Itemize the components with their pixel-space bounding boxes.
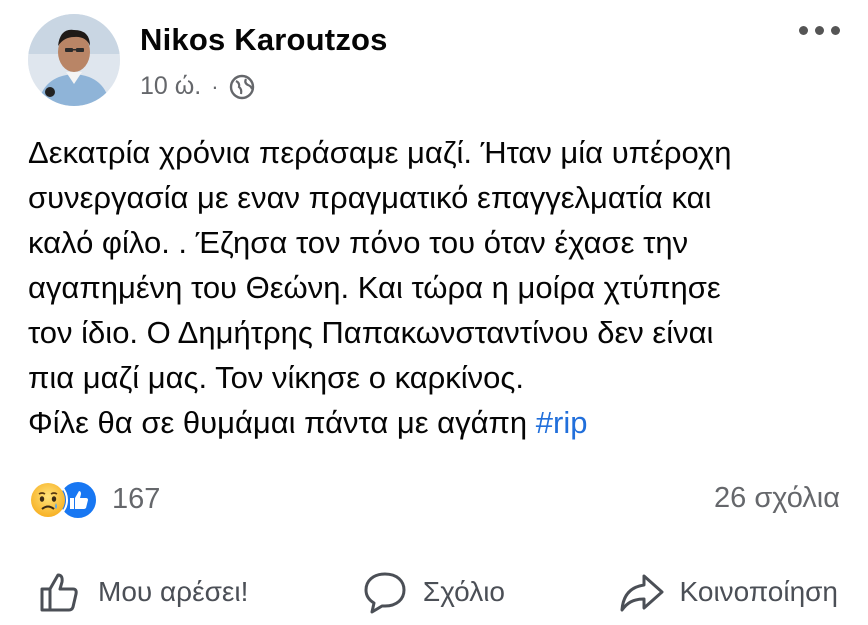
post-text-line: καλό φίλο. . Έζησα τον πόνο του όταν έχα… [28,225,689,260]
comment-button[interactable]: Σχόλιο [361,568,505,616]
share-arrow-icon [620,574,664,612]
post-text-line: τον ίδιο. Ο Δημήτρης Παπακωνσταντίνου δε… [28,315,714,350]
post-text-line: Δεκατρία χρόνια περάσαμε μαζί. Ήταν μία … [28,135,732,170]
post-text-line: συνεργασία με εναν πραγματικό επαγγελματ… [28,180,712,215]
more-options-icon[interactable] [799,26,840,35]
meta-separator: · [211,73,219,99]
action-bar: Μου αρέσει! Σχόλιο Κοινοποίηση [0,560,868,624]
like-button[interactable]: Μου αρέσει! [36,568,248,616]
like-label: Μου αρέσει! [98,576,249,607]
globe-icon[interactable] [229,74,255,100]
post-timestamp[interactable]: 10 ώ. [140,72,201,101]
comments-count[interactable]: 26 σχόλια [714,482,840,515]
comment-label: Σχόλιο [422,576,505,607]
post-text-last-line: Φίλε θα σε θυμάμαι πάντα με αγάπη #rip [28,400,848,445]
sad-reaction-icon [28,480,68,520]
author-avatar[interactable] [28,14,120,106]
share-label: Κοινοποίηση [679,576,838,607]
share-button[interactable]: Κοινοποίηση [618,568,838,616]
thumbs-up-icon [40,573,78,612]
post-meta: 10 ώ. · [140,72,255,101]
hashtag-link[interactable]: #rip [536,405,588,440]
reactions-summary[interactable]: 167 [28,480,161,520]
reaction-icons [28,480,100,520]
author-name[interactable]: Nikos Karoutzos [140,22,388,58]
facebook-post: Nikos Karoutzos 10 ώ. · Δεκατρία χρόνια … [0,0,868,625]
post-text-line: αγαπημένη του Θεώνη. Και τώρα η μοίρα χτ… [28,270,721,305]
post-text: Δεκατρία χρόνια περάσαμε μαζί. Ήταν μία … [28,130,848,445]
reaction-count: 167 [112,482,161,515]
post-text-last: Φίλε θα σε θυμάμαι πάντα με αγάπη [28,405,528,440]
post-text-line: πια μαζί μας. Τον νίκησε ο καρκίνος. [28,360,524,395]
avatar-photo [28,14,120,106]
comment-bubble-icon [364,572,406,614]
